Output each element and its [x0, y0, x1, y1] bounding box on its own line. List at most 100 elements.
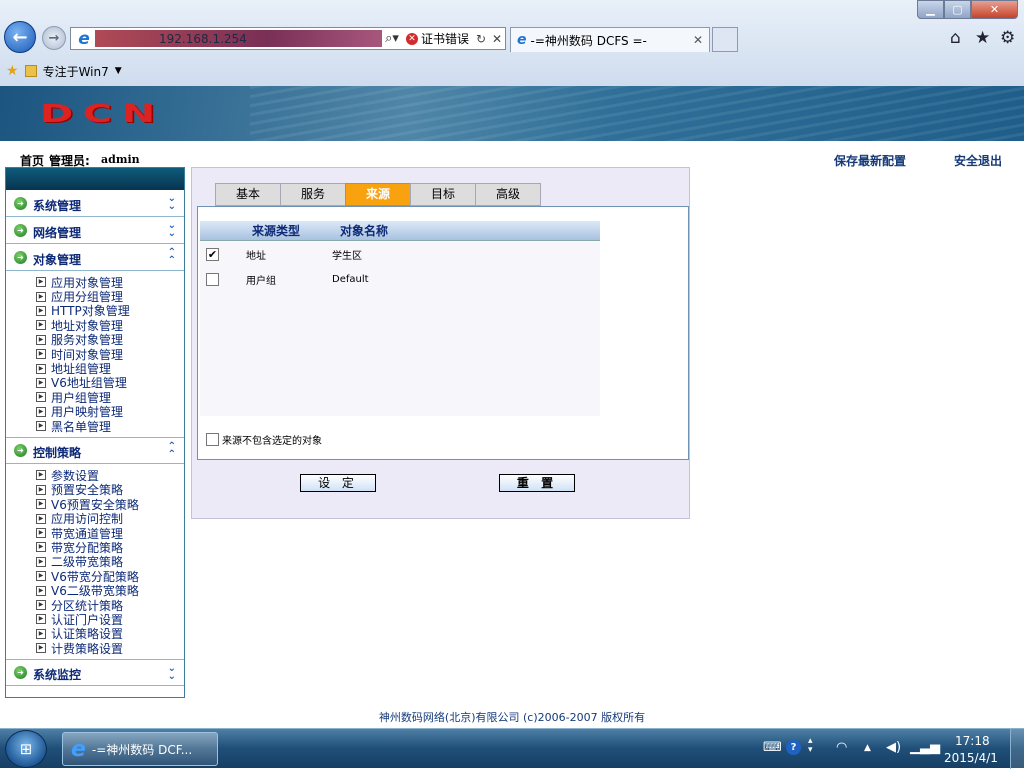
- play-box-icon: ▶: [36, 628, 46, 639]
- item-label: 黑名单管理: [51, 419, 112, 434]
- close-window-button[interactable]: ✕: [971, 0, 1018, 19]
- taskbar-ie-window[interactable]: e -=神州数码 DCF...: [62, 732, 218, 766]
- section-label: 控制策略: [33, 446, 82, 461]
- green-arrow-icon: ➜: [14, 444, 27, 458]
- back-button[interactable]: ←: [4, 21, 36, 53]
- home-icon[interactable]: ⌂: [950, 28, 961, 48]
- sidebar-section-objects[interactable]: ➜ 对象管理 ⌃ ⌃: [6, 244, 184, 271]
- logout-link[interactable]: 安全退出: [954, 152, 1002, 169]
- ie-icon: e: [78, 28, 90, 49]
- row-checkbox[interactable]: ✔: [206, 248, 219, 261]
- chevron-double-down-icon[interactable]: ⌄ ⌄: [168, 664, 176, 682]
- banner: DCN: [0, 86, 1024, 141]
- error-icon: ✕: [405, 32, 418, 45]
- minimize-button[interactable]: ▁: [917, 0, 944, 19]
- exclude-checkbox[interactable]: [206, 433, 219, 446]
- play-box-icon: ▶: [36, 600, 46, 610]
- section-label: 网络管理: [33, 225, 82, 240]
- gear-icon[interactable]: ⚙: [1000, 28, 1015, 48]
- signal-icon[interactable]: ▁▃▅: [910, 740, 940, 755]
- table-header: 来源类型 对象名称: [200, 221, 600, 241]
- show-desktop-button[interactable]: [1010, 729, 1024, 769]
- green-arrow-icon: ➜: [14, 666, 27, 680]
- keyboard-icon[interactable]: ⌨: [763, 740, 782, 755]
- wifi-icon[interactable]: ◠: [836, 740, 847, 755]
- sidebar-item-billing-policy[interactable]: ▶ 计费策略设置: [36, 641, 184, 656]
- sidebar-section-policy[interactable]: ➜ 控制策略 ⌃ ⌃: [6, 437, 184, 465]
- cert-error-indicator[interactable]: ✕ 证书错误: [402, 30, 473, 47]
- play-box-icon: ▶: [36, 571, 46, 582]
- address-bar[interactable]: e 192.168.1.254 ⌕▾ ✕ 证书错误 ↻ ✕: [70, 27, 506, 50]
- admin-name: admin: [101, 153, 140, 166]
- sidebar-section-system[interactable]: ➜ 系统管理 ⌄ ⌄: [6, 190, 184, 217]
- clock-date[interactable]: 2015/4/1: [944, 751, 998, 765]
- tab-advanced[interactable]: 高级: [475, 183, 541, 206]
- reset-button[interactable]: 重 置: [499, 474, 575, 492]
- chevron-double-up-icon[interactable]: ⌃ ⌃: [168, 442, 176, 460]
- play-box-icon: ▶: [36, 528, 46, 539]
- favorites-item[interactable]: 专注于Win7: [43, 63, 109, 80]
- add-favorite-icon[interactable]: ★: [6, 63, 19, 79]
- chevron-double-down-icon[interactable]: ⌄ ⌄: [168, 221, 176, 239]
- show-hidden-icons-icon[interactable]: ▲: [864, 743, 871, 753]
- save-config-link[interactable]: 保存最新配置: [834, 152, 906, 169]
- item-label: 计费策略设置: [51, 641, 124, 656]
- section-label: 系统管理: [33, 198, 82, 213]
- stop-icon[interactable]: ✕: [489, 32, 505, 46]
- source-table: 来源类型 对象名称 ✔ 地址 学生区 用户组 Default: [200, 221, 600, 416]
- chevron-double-up-icon[interactable]: ⌃ ⌃: [168, 248, 176, 266]
- cert-error-label: 证书错误: [420, 32, 469, 46]
- exclude-option: 来源不包含选定的对象: [206, 432, 322, 447]
- sidebar-section-monitor[interactable]: ➜ 系统监控 ⌄ ⌄: [6, 659, 184, 687]
- chevron-down-icon[interactable]: ▼: [115, 66, 122, 76]
- table-row: ✔ 地址 学生区: [200, 242, 600, 267]
- row-type: 地址: [246, 251, 266, 262]
- search-icon[interactable]: ⌕▾: [382, 31, 402, 46]
- arrow-right-icon: →: [48, 30, 60, 46]
- tab-source[interactable]: 来源: [345, 183, 411, 206]
- play-box-icon: ▶: [36, 614, 46, 625]
- help-icon[interactable]: ?: [786, 740, 801, 755]
- arrow-left-icon: ←: [12, 26, 28, 48]
- play-box-icon: ▶: [36, 542, 46, 553]
- new-tab-button[interactable]: [712, 27, 738, 52]
- tab-destination[interactable]: 目标: [410, 183, 476, 206]
- sidebar-section-network[interactable]: ➜ 网络管理 ⌄ ⌄: [6, 217, 184, 244]
- windows-logo-icon: ⊞: [19, 740, 33, 758]
- volume-icon[interactable]: ◀): [886, 740, 901, 755]
- clock-time[interactable]: 17:18: [955, 734, 990, 748]
- play-box-icon: ▶: [36, 556, 46, 567]
- favorites-bar: ★ 专注于Win7 ▼: [0, 56, 1024, 86]
- tab-service[interactable]: 服务: [280, 183, 346, 206]
- forward-button[interactable]: →: [42, 26, 66, 50]
- ime-icon[interactable]: ▴ ▾: [808, 737, 813, 755]
- tab-basic[interactable]: 基本: [215, 183, 281, 206]
- play-box-icon: ▶: [36, 470, 46, 481]
- refresh-icon[interactable]: ↻: [473, 32, 489, 46]
- chevron-double-down-icon[interactable]: ⌄ ⌄: [168, 194, 176, 212]
- row-type: 用户组: [246, 276, 276, 287]
- set-button[interactable]: 设 定: [300, 474, 376, 492]
- play-box-icon: ▶: [36, 499, 46, 510]
- play-box-icon: ▶: [36, 363, 46, 374]
- row-checkbox[interactable]: [206, 273, 219, 286]
- play-box-icon: ▶: [36, 406, 46, 417]
- play-box-icon: ▶: [36, 484, 46, 495]
- url-text[interactable]: 192.168.1.254: [95, 30, 382, 47]
- row-name: 学生区: [332, 251, 362, 262]
- maximize-button[interactable]: ▢: [944, 0, 971, 19]
- close-tab-icon[interactable]: ✕: [693, 33, 703, 47]
- ie-tab-icon: e: [517, 32, 527, 48]
- sidebar-item-blacklist[interactable]: ▶ 黑名单管理: [36, 419, 184, 434]
- taskbar: ⊞ e -=神州数码 DCF... ⌨ ? ▴ ▾ ◠ ▲ ◀) ▁▃▅ 17:1…: [0, 728, 1024, 769]
- dcn-logo: DCN: [40, 99, 165, 128]
- start-button[interactable]: ⊞: [5, 730, 47, 768]
- info-bar: 首页 管理员: admin 保存最新配置 安全退出: [0, 141, 1024, 169]
- favorites-star-icon[interactable]: ★: [975, 28, 990, 48]
- browser-chrome: ▁ ▢ ✕ ← → e 192.168.1.254 ⌕▾ ✕ 证书错误 ↻ ✕ …: [0, 0, 1024, 86]
- exclude-label: 来源不包含选定的对象: [222, 436, 322, 447]
- browser-tab[interactable]: e -=神州数码 DCFS =- ✕: [510, 27, 710, 52]
- ie-icon: e: [71, 736, 86, 762]
- table-body: ✔ 地址 学生区 用户组 Default: [200, 241, 600, 416]
- table-row: 用户组 Default: [200, 267, 600, 292]
